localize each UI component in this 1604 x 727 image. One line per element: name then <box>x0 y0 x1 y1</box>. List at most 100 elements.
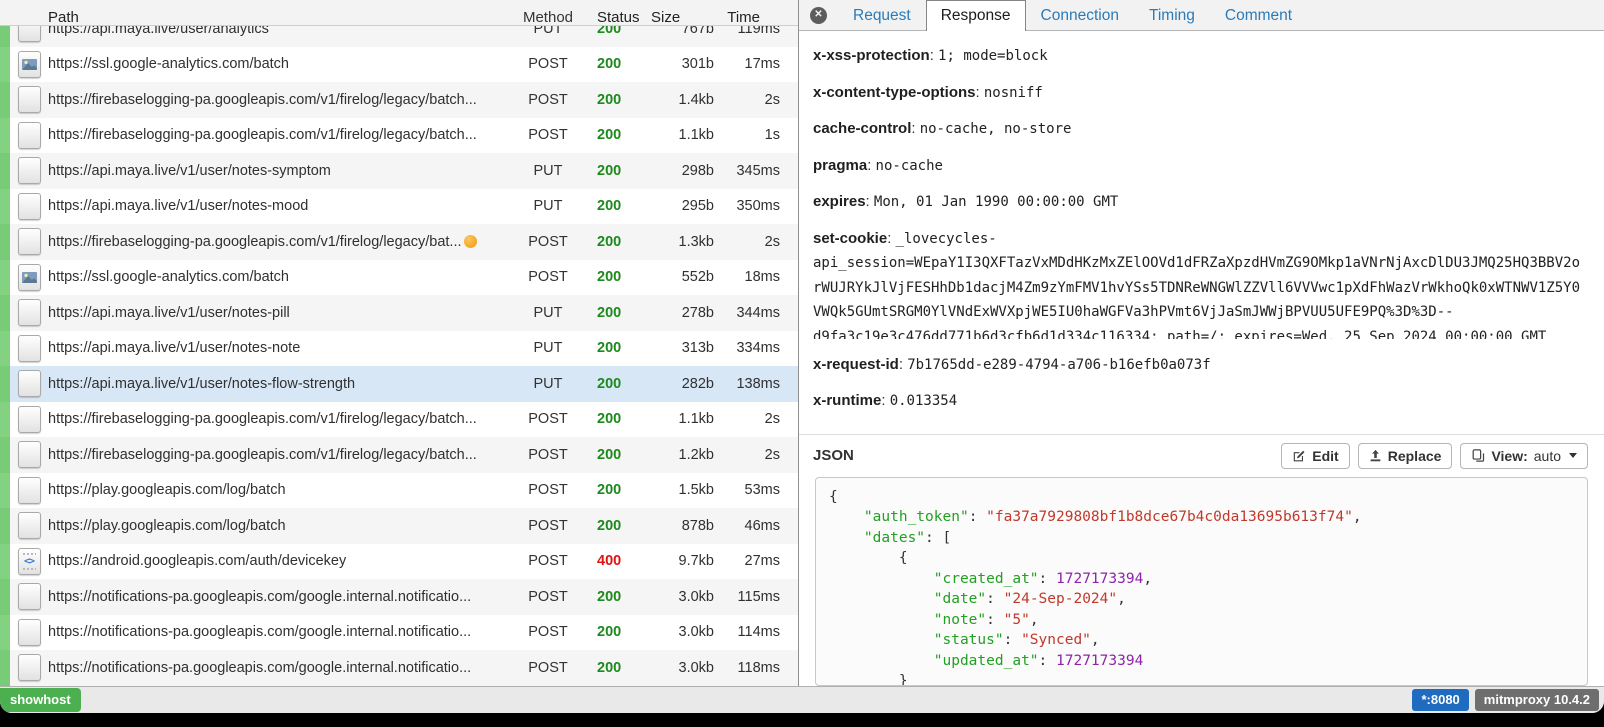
status-cell: 200 <box>584 269 628 285</box>
size-cell: 552b <box>628 269 714 285</box>
path-cell: https://firebaselogging-pa.googleapis.co… <box>48 411 512 427</box>
flow-row[interactable]: https://firebaselogging-pa.googleapis.co… <box>0 82 798 118</box>
header-value: 7b1765dd-e289-4794-a706-b16efb0a073f <box>907 357 1210 373</box>
size-cell: 282b <box>628 376 714 392</box>
response-header-line: cache-control: no-cache, no-store <box>813 117 1588 142</box>
path-cell: https://firebaselogging-pa.googleapis.co… <box>48 447 512 463</box>
flow-row[interactable]: https://play.googleapis.com/log/batch PO… <box>0 508 798 544</box>
response-header-line: expires: Mon, 01 Jan 1990 00:00:00 GMT <box>813 190 1588 215</box>
method-column-header: Method <box>512 9 584 26</box>
status-cell: 200 <box>584 518 628 534</box>
flow-row[interactable]: https://notifications-pa.googleapis.com/… <box>0 650 798 686</box>
tab-response[interactable]: Response <box>926 0 1026 31</box>
path-cell: https://api.maya.live/v1/user/notes-mood <box>48 198 512 214</box>
size-cell: 1.3kb <box>628 234 714 250</box>
status-bar: showhost *:8080 mitmproxy 10.4.2 <box>0 686 1604 713</box>
content-view-bar: JSON Edit Replace View: auto <box>799 435 1604 477</box>
document-icon <box>18 122 41 149</box>
flow-row[interactable]: https://firebaselogging-pa.googleapis.co… <box>0 402 798 438</box>
method-cell: PUT <box>512 305 584 321</box>
flow-row[interactable]: https://notifications-pa.googleapis.com/… <box>0 579 798 615</box>
path-cell: https://api.maya.live/v1/user/notes-pill <box>48 305 512 321</box>
document-icon <box>18 370 41 397</box>
view-mode-button[interactable]: View: auto <box>1460 443 1588 469</box>
tls-indicator <box>0 118 10 154</box>
flow-icon-cell <box>10 26 48 42</box>
method-cell: PUT <box>512 163 584 179</box>
flow-detail-panel: ✕ RequestResponseConnectionTimingComment… <box>799 0 1604 686</box>
time-cell: 114ms <box>714 624 780 640</box>
header-name: x-runtime <box>813 392 881 409</box>
method-cell: POST <box>512 447 584 463</box>
status-column-header: Status <box>584 9 628 26</box>
edit-button[interactable]: Edit <box>1281 443 1349 469</box>
document-icon <box>18 583 41 610</box>
flow-icon-cell <box>10 619 48 646</box>
header-name: pragma <box>813 157 867 174</box>
path-column-header: Path <box>48 9 512 26</box>
response-header-line: x-xss-protection: 1; mode=block <box>813 44 1588 69</box>
showhost-option-badge[interactable]: showhost <box>0 688 81 712</box>
tls-indicator <box>0 544 10 580</box>
flow-row[interactable]: https://play.googleapis.com/log/batch PO… <box>0 473 798 509</box>
tab-connection[interactable]: Connection <box>1026 0 1134 30</box>
tls-indicator <box>0 402 10 438</box>
document-icon <box>18 193 41 220</box>
flow-row[interactable]: https://ssl.google-analytics.com/batch P… <box>0 47 798 83</box>
flow-icon-cell <box>10 512 48 539</box>
tab-comment[interactable]: Comment <box>1210 0 1307 30</box>
replace-button[interactable]: Replace <box>1358 443 1453 469</box>
flow-row[interactable]: https://api.maya.live/v1/user/notes-pill… <box>0 295 798 331</box>
flow-row[interactable]: https://api.maya.live/user/analytics PUT… <box>0 26 798 47</box>
time-cell: 27ms <box>714 553 780 569</box>
method-cell: PUT <box>512 26 584 37</box>
method-cell: POST <box>512 518 584 534</box>
tls-indicator <box>0 153 10 189</box>
copy-pages-icon <box>1471 449 1485 463</box>
method-cell: POST <box>512 624 584 640</box>
header-name: x-xss-protection <box>813 47 930 64</box>
tab-request[interactable]: Request <box>838 0 926 30</box>
flow-icon-cell <box>10 441 48 468</box>
header-value: no-cache, no-store <box>920 121 1072 137</box>
detail-tabs: RequestResponseConnectionTimingComment <box>838 0 1307 30</box>
flow-row[interactable]: https://api.maya.live/v1/user/notes-symp… <box>0 153 798 189</box>
flow-icon-cell <box>10 86 48 113</box>
flow-row[interactable]: https://api.maya.live/v1/user/notes-mood… <box>0 189 798 225</box>
tls-indicator <box>0 189 10 225</box>
path-cell: https://notifications-pa.googleapis.com/… <box>48 660 512 676</box>
flow-row[interactable]: <> https://android.googleapis.com/auth/d… <box>0 544 798 580</box>
response-header-line: x-runtime: 0.013354 <box>813 389 1588 414</box>
json-viewer: { "auth_token": "fa37a7929808bf1b8dce67b… <box>815 477 1588 687</box>
flow-row[interactable]: https://api.maya.live/v1/user/notes-note… <box>0 331 798 367</box>
tls-indicator <box>0 366 10 402</box>
pencil-square-icon <box>1292 449 1306 463</box>
flow-table-panel: Path Method Status Size Time https://api… <box>0 0 799 686</box>
flow-row[interactable]: https://firebaselogging-pa.googleapis.co… <box>0 118 798 154</box>
method-cell: POST <box>512 269 584 285</box>
flow-icon-cell <box>10 583 48 610</box>
method-cell: PUT <box>512 340 584 356</box>
path-cell: https://api.maya.live/v1/user/notes-flow… <box>48 376 512 392</box>
flow-row[interactable]: https://ssl.google-analytics.com/batch P… <box>0 260 798 296</box>
tls-indicator <box>0 331 10 367</box>
flow-row[interactable]: https://api.maya.live/v1/user/notes-flow… <box>0 366 798 402</box>
tls-indicator <box>0 579 10 615</box>
document-icon <box>18 619 41 646</box>
size-cell: 1.5kb <box>628 482 714 498</box>
flow-row[interactable]: https://firebaselogging-pa.googleapis.co… <box>0 437 798 473</box>
response-headers: x-xss-protection: 1; mode=blockx-content… <box>799 31 1604 430</box>
size-cell: 301b <box>628 56 714 72</box>
flow-row[interactable]: https://firebaselogging-pa.googleapis.co… <box>0 224 798 260</box>
flow-icon-cell <box>10 51 48 78</box>
path-cell: https://android.googleapis.com/auth/devi… <box>48 553 512 569</box>
flow-row[interactable]: https://notifications-pa.googleapis.com/… <box>0 615 798 651</box>
tab-timing[interactable]: Timing <box>1134 0 1210 30</box>
size-cell: 298b <box>628 163 714 179</box>
header-value: no-cache <box>876 158 943 174</box>
method-cell: POST <box>512 660 584 676</box>
response-header-line: set-cookie: _lovecycles-api_session=WEpa… <box>813 227 1588 339</box>
document-icon <box>18 299 41 326</box>
status-cell: 200 <box>584 163 628 179</box>
close-icon[interactable]: ✕ <box>810 7 827 24</box>
